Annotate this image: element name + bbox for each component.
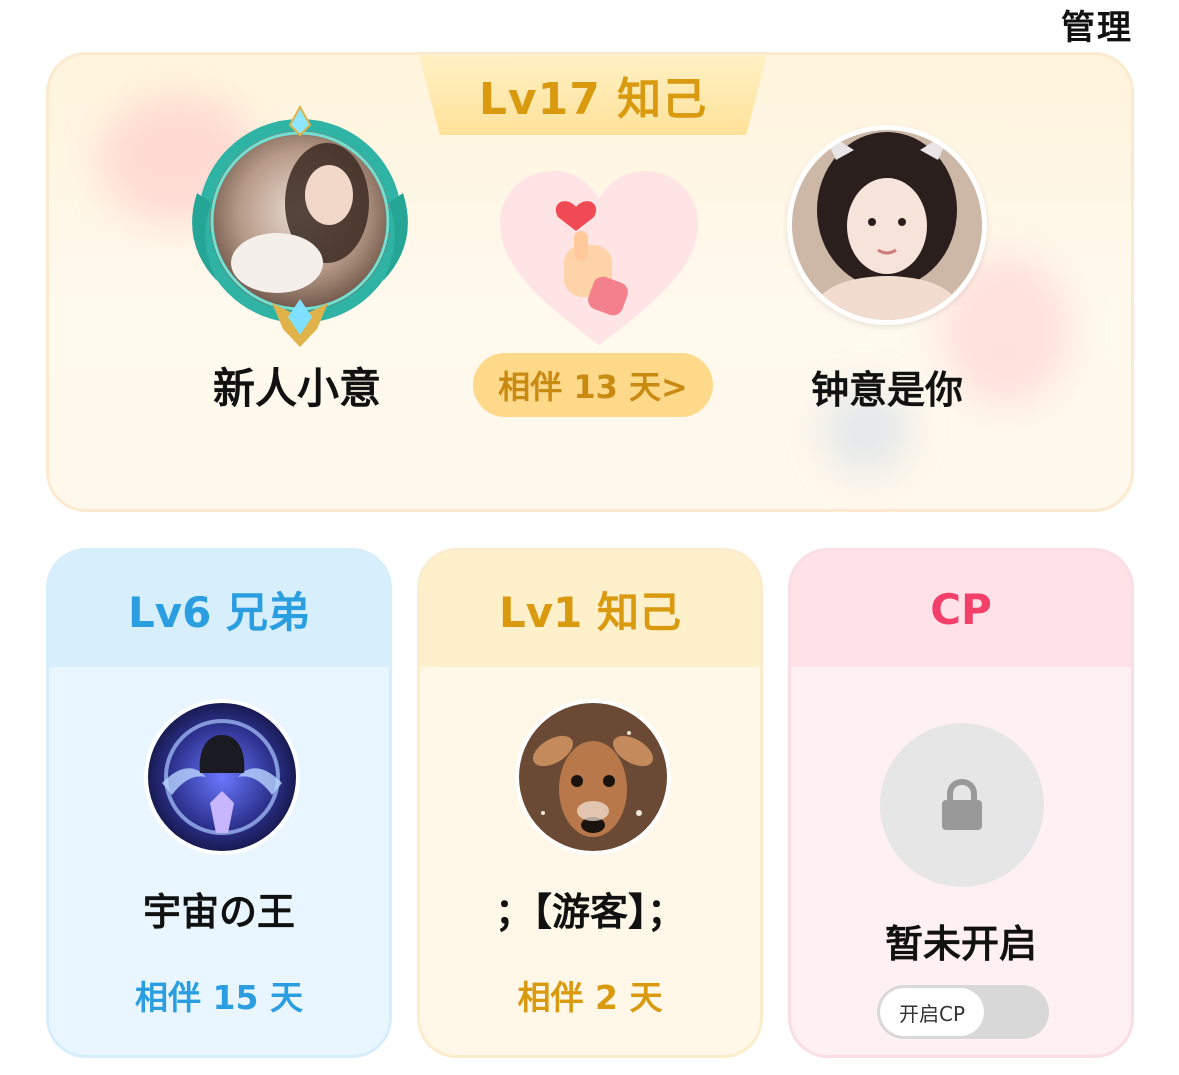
relationship-card-confidant[interactable]: Lv1 知己 ；【游客】； 相伴 2 天 [417, 548, 763, 1058]
toggle-knob: 开启CP [880, 988, 984, 1036]
relationship-card-brother[interactable]: Lv6 兄弟 宇宙の王 相伴 15 天 [46, 548, 392, 1058]
locked-slot [880, 723, 1044, 887]
avatar-photo [792, 130, 982, 320]
companion-days-button[interactable]: 相伴 13 天> [473, 353, 713, 417]
relationship-card-cp[interactable]: CP 暂未开启 开启CP [788, 548, 1134, 1058]
right-user-name: 钟意是你 [810, 368, 963, 412]
finger-heart-icon [494, 167, 704, 357]
companion-days: 相伴 2 天 [517, 978, 663, 1017]
card-header: Lv1 知己 [420, 551, 760, 667]
friend-name: ；【游客】； [494, 890, 685, 934]
featured-level-badge: Lv17 知己 [419, 55, 767, 135]
companion-days-label: 相伴 13 天> [498, 368, 688, 406]
friend-avatar[interactable] [515, 699, 671, 855]
left-user-name: 新人小意 [212, 364, 381, 413]
card-level-label: CP [930, 584, 992, 634]
cp-status: 暂未开启 [884, 922, 1037, 966]
lock-icon [942, 778, 982, 830]
featured-relationship-card[interactable]: Lv17 知己 新人小意 相伴 13 天> 钟意是你 [46, 52, 1134, 512]
enable-cp-toggle[interactable]: 开启CP [877, 985, 1049, 1039]
featured-level-label: Lv17 知己 [478, 74, 708, 125]
card-level-label: Lv6 兄弟 [128, 587, 310, 637]
friend-name: 宇宙の王 [142, 890, 295, 934]
toggle-label: 开启CP [898, 1001, 966, 1026]
left-user-avatar[interactable] [177, 103, 423, 353]
manage-button[interactable]: 管理 [1061, 0, 1133, 49]
friend-avatar[interactable] [144, 699, 300, 855]
avatar-frame [192, 104, 408, 347]
companion-days: 相伴 15 天 [135, 978, 303, 1017]
card-header: Lv6 兄弟 [49, 551, 389, 667]
card-level-label: Lv1 知己 [499, 587, 681, 637]
right-user-avatar[interactable] [787, 125, 987, 325]
card-header: CP [791, 551, 1131, 667]
